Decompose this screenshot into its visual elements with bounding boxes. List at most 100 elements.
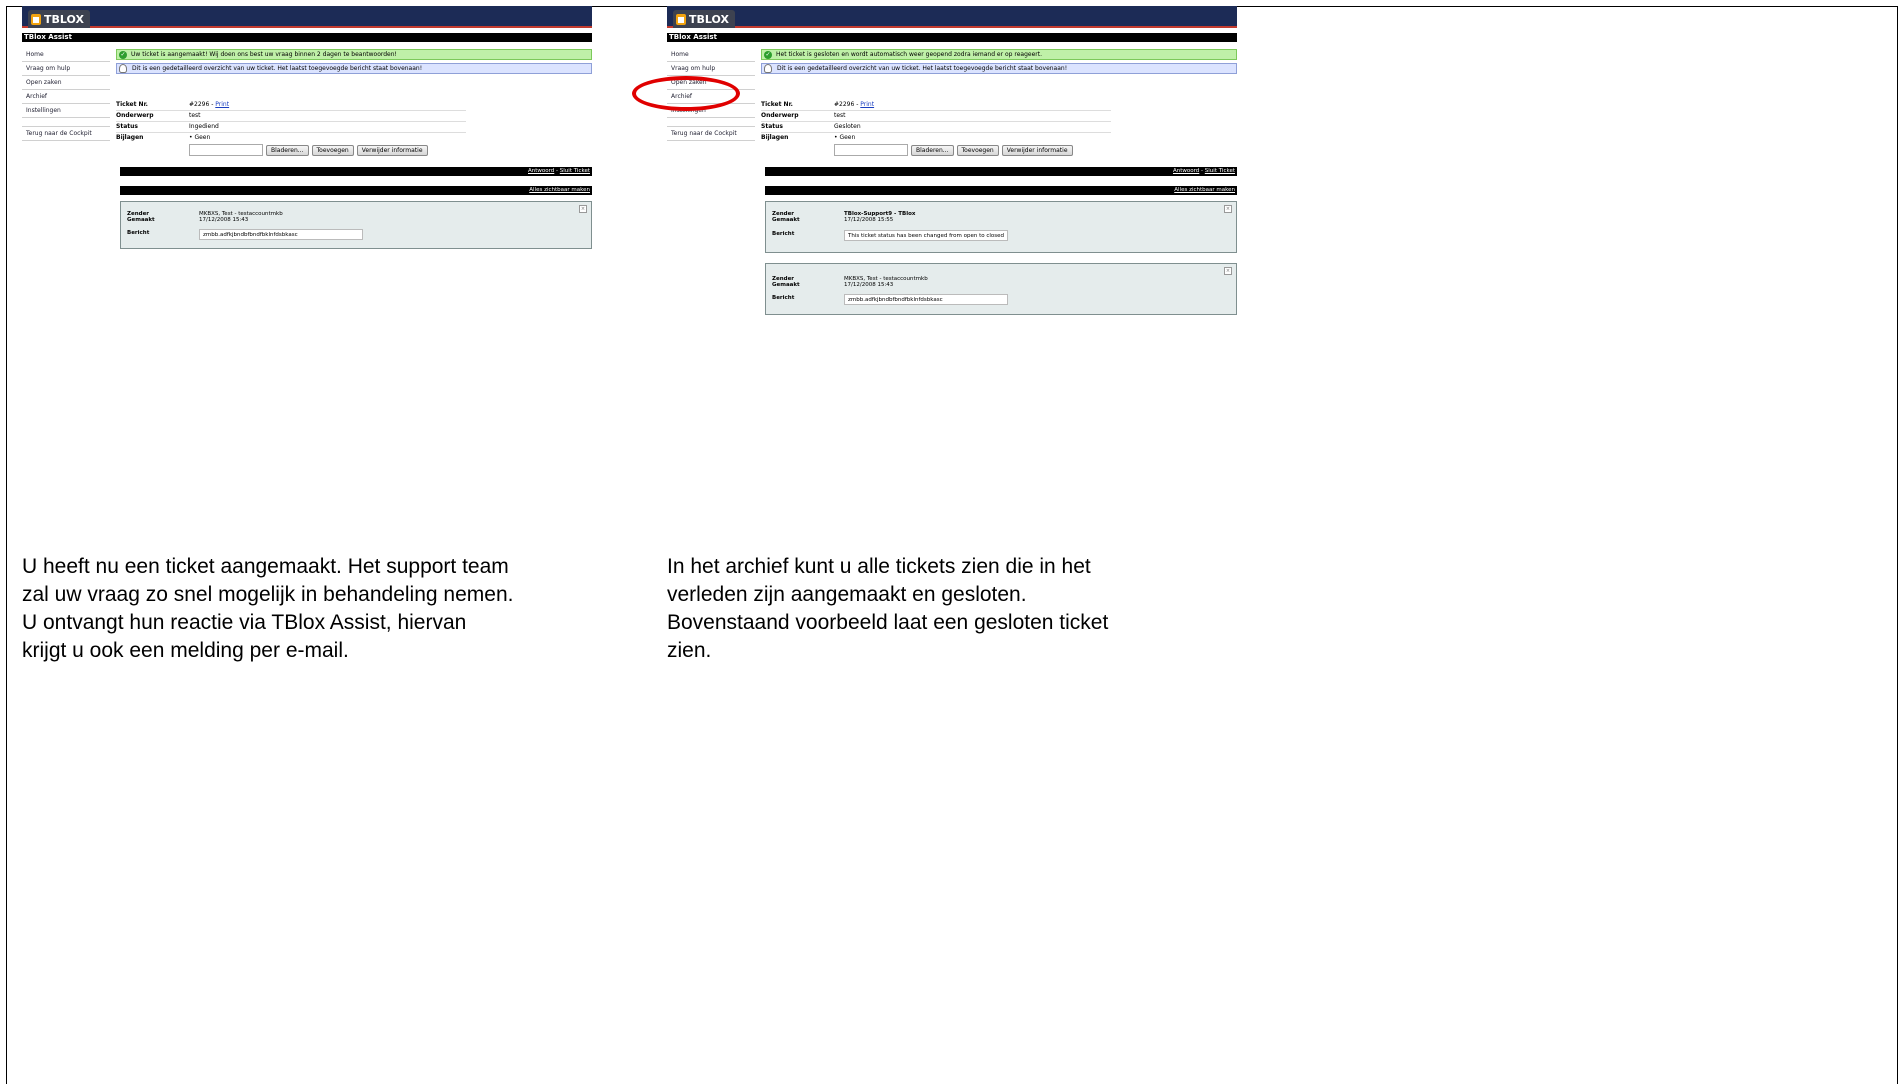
collapse-icon[interactable]: ×	[1224, 267, 1232, 275]
close-ticket-link[interactable]: Sluit Ticket	[560, 168, 590, 174]
add-button[interactable]: Toevoegen	[311, 144, 354, 156]
success-message-text: Uw ticket is aangemaakt! Wij doen ons be…	[131, 51, 397, 58]
collapse-icon[interactable]: ×	[1224, 205, 1232, 213]
lightbulb-icon	[764, 64, 772, 73]
sidebar-item-home[interactable]: Home	[22, 48, 110, 62]
message-date: 17/12/2008 15:43	[844, 282, 894, 288]
print-link[interactable]: Print	[860, 101, 874, 108]
close-ticket-link[interactable]: Sluit Ticket	[1205, 168, 1235, 174]
reply-link[interactable]: Antwoord	[1173, 168, 1199, 174]
message-date: 17/12/2008 15:55	[844, 217, 894, 223]
show-all-link[interactable]: Alles zichtbaar maken	[1174, 187, 1235, 193]
archief-highlight-circle	[632, 76, 740, 111]
reply-link[interactable]: Antwoord	[528, 168, 554, 174]
caption-line: verleden zijn aangemaakt en gesloten.	[667, 583, 1027, 606]
top-header: TBLOX	[667, 6, 1237, 28]
label-bericht: Bericht	[772, 295, 795, 301]
sidebar-item-home[interactable]: Home	[667, 48, 755, 62]
sidebar-item-vraag-om-hulp[interactable]: Vraag om hulp	[22, 62, 110, 76]
remove-info-button[interactable]: Verwijder informatie	[1001, 144, 1073, 156]
caption-line: zien.	[667, 639, 712, 662]
collapse-icon[interactable]: ×	[579, 205, 587, 213]
label-status: Status	[761, 123, 783, 130]
sidebar-item-open-zaken[interactable]: Open zaken	[22, 76, 110, 90]
success-message: ✓ Het ticket is gesloten en wordt automa…	[761, 49, 1237, 60]
screenshot-ticket-created: TBLOX TBlox Assist Home Vraag om hulp Op…	[22, 6, 592, 326]
attachments-none: Geen	[834, 133, 855, 143]
logo-text: TBLOX	[689, 12, 729, 26]
caption-line: U heeft nu een ticket aangemaakt. Het su…	[22, 555, 509, 578]
caption-line: In het archief kunt u alle tickets zien …	[667, 555, 1091, 578]
caption-archive: In het archief kunt u alle tickets zien …	[667, 553, 1267, 665]
tblox-logo[interactable]: TBLOX	[673, 10, 735, 28]
app-title: TBlox Assist	[22, 33, 592, 42]
ticket-actions-bar: Antwoord - Sluit Ticket	[120, 167, 592, 176]
expand-bar: Alles zichtbaar maken	[120, 186, 592, 195]
message-panel: × Zender MKBXS, Test - testaccountmkb Ge…	[765, 263, 1237, 315]
file-path-input[interactable]	[189, 144, 263, 156]
top-header: TBLOX	[22, 6, 592, 28]
label-ticket-nr: Ticket Nr.	[761, 101, 793, 108]
ticket-details: Ticket Nr. #2296 - Print Onderwerp test …	[116, 100, 466, 143]
show-all-link[interactable]: Alles zichtbaar maken	[529, 187, 590, 193]
browse-button[interactable]: Bladeren...	[266, 144, 309, 156]
info-message: Dit is een gedetailleerd overzicht van u…	[116, 63, 592, 74]
ticket-status: Gesloten	[834, 123, 861, 130]
ticket-status: Ingediend	[189, 123, 219, 130]
message-body: This ticket status has been changed from…	[844, 230, 1008, 241]
label-ticket-nr: Ticket Nr.	[116, 101, 148, 108]
info-message-text: Dit is een gedetailleerd overzicht van u…	[777, 65, 1068, 72]
print-link[interactable]: Print	[215, 101, 229, 108]
lightbulb-icon	[119, 64, 127, 73]
label-bericht: Bericht	[127, 230, 150, 236]
logo-text: TBLOX	[44, 12, 84, 26]
caption-line: Bovenstaand voorbeeld laat een gesloten …	[667, 611, 1109, 634]
sidebar: Home Vraag om hulp Open zaken Archief In…	[22, 48, 110, 141]
message-date: 17/12/2008 15:43	[199, 217, 249, 223]
app-title: TBlox Assist	[667, 33, 1237, 42]
attachment-controls: Bladeren... Toevoegen Verwijder informat…	[761, 144, 1161, 156]
sidebar-item-vraag-om-hulp[interactable]: Vraag om hulp	[667, 62, 755, 76]
label-gemaakt: Gemaakt	[772, 282, 800, 288]
browse-button[interactable]: Bladeren...	[911, 144, 954, 156]
sidebar-item-archief[interactable]: Archief	[22, 90, 110, 104]
ticket-subject: test	[834, 112, 846, 119]
tblox-logo-icon	[676, 13, 686, 25]
checkmark-icon: ✓	[764, 50, 772, 59]
caption-line: krijgt u ook een melding per e-mail.	[22, 639, 349, 662]
info-message-text: Dit is een gedetailleerd overzicht van u…	[132, 65, 423, 72]
message-body: zmbb.adfkjbndbfbndfbklnfdsbkasc	[844, 294, 1008, 305]
ticket-number: #2296 -	[189, 101, 216, 108]
label-bijlagen: Bijlagen	[761, 134, 789, 141]
remove-info-button[interactable]: Verwijder informatie	[356, 144, 428, 156]
success-message: ✓ Uw ticket is aangemaakt! Wij doen ons …	[116, 49, 592, 60]
attachments-none: Geen	[189, 133, 210, 143]
sidebar-item-cockpit[interactable]: Terug naar de Cockpit	[667, 126, 755, 141]
label-bericht: Bericht	[772, 231, 795, 237]
label-gemaakt: Gemaakt	[772, 217, 800, 223]
label-gemaakt: Gemaakt	[127, 217, 155, 223]
caption-ticket-created: U heeft nu een ticket aangemaakt. Het su…	[22, 553, 622, 665]
tblox-logo[interactable]: TBLOX	[28, 10, 90, 28]
caption-line: zal uw vraag zo snel mogelijk in behande…	[22, 583, 514, 606]
attachment-controls: Bladeren... Toevoegen Verwijder informat…	[116, 144, 516, 156]
label-onderwerp: Onderwerp	[761, 112, 799, 119]
message-body: zmbb.adfkjbndbfbndfbklnfdsbkasc	[199, 229, 363, 240]
file-path-input[interactable]	[834, 144, 908, 156]
ticket-actions-bar: Antwoord - Sluit Ticket	[765, 167, 1237, 176]
info-message: Dit is een gedetailleerd overzicht van u…	[761, 63, 1237, 74]
label-status: Status	[116, 123, 138, 130]
ticket-subject: test	[189, 112, 201, 119]
sidebar-item-instellingen[interactable]: Instellingen	[22, 104, 110, 118]
message-panel: × Zender MKBXS, Test - testaccountmkb Ge…	[120, 201, 592, 249]
add-button[interactable]: Toevoegen	[956, 144, 999, 156]
screenshot-ticket-closed: TBLOX TBlox Assist Home Vraag om hulp Op…	[632, 6, 1237, 326]
tblox-logo-icon	[31, 13, 41, 25]
label-onderwerp: Onderwerp	[116, 112, 154, 119]
expand-bar: Alles zichtbaar maken	[765, 186, 1237, 195]
sidebar-item-cockpit[interactable]: Terug naar de Cockpit	[22, 126, 110, 141]
ticket-details: Ticket Nr. #2296 - Print Onderwerp test …	[761, 100, 1111, 143]
ticket-number: #2296 -	[834, 101, 861, 108]
success-message-text: Het ticket is gesloten en wordt automati…	[776, 51, 1043, 58]
caption-line: U ontvangt hun reactie via TBlox Assist,…	[22, 611, 467, 634]
